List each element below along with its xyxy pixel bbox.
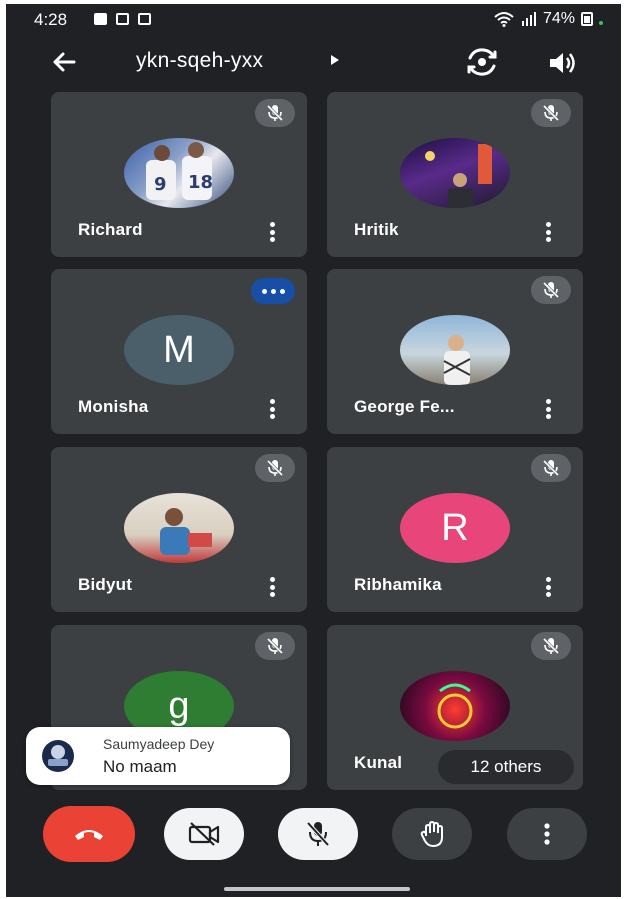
camera-notification-icon <box>138 13 151 25</box>
status-bar: 4:28 74% <box>6 4 621 34</box>
speaking-indicator-icon <box>251 278 295 304</box>
wifi-icon <box>494 12 514 27</box>
caret-right-icon[interactable] <box>331 55 339 65</box>
more-options-icon[interactable] <box>269 577 275 597</box>
avatar-initial: M <box>124 315 234 385</box>
more-vert-icon <box>544 823 550 845</box>
microphone-toggle-button[interactable] <box>278 808 358 860</box>
participant-tile-george[interactable]: George Fe... <box>327 269 583 434</box>
muted-mic-icon <box>255 454 295 482</box>
participant-name: Bidyut <box>78 575 133 594</box>
camera-toggle-button[interactable] <box>164 808 244 860</box>
avatar-initial: R <box>400 493 510 563</box>
muted-mic-icon <box>531 99 571 127</box>
chat-sender: Saumyadeep Dey <box>103 736 215 752</box>
back-arrow-icon[interactable] <box>46 44 82 80</box>
participant-tile-hritik[interactable]: Hritik <box>327 92 583 257</box>
participant-name: Kunal <box>354 753 403 772</box>
avatar <box>400 138 510 208</box>
meeting-header: ykn-sqeh-yxx <box>6 42 621 82</box>
status-time: 4:28 <box>34 10 68 29</box>
more-options-icon[interactable] <box>545 399 551 419</box>
speaker-icon[interactable] <box>544 48 580 78</box>
notification-icon <box>116 13 129 25</box>
raise-hand-icon <box>420 821 443 847</box>
participant-name: Ribhamika <box>354 575 442 594</box>
home-indicator[interactable] <box>224 887 410 891</box>
participant-tile-richard[interactable]: 9 18 Richard <box>51 92 307 257</box>
avatar: 9 18 <box>124 138 234 208</box>
muted-mic-icon <box>255 99 295 127</box>
avatar <box>400 671 510 741</box>
participant-name: Richard <box>78 220 143 239</box>
svg-text:9: 9 <box>154 174 167 195</box>
participant-tile-bidyut[interactable]: Bidyut <box>51 447 307 612</box>
more-options-icon[interactable] <box>269 399 275 419</box>
notification-icon <box>94 13 107 25</box>
video-off-icon <box>188 822 220 846</box>
notification-icons <box>94 13 151 25</box>
participant-name: George Fe... <box>354 397 455 416</box>
battery-icon <box>581 12 593 26</box>
mic-off-icon <box>306 821 330 847</box>
signal-icon <box>521 12 536 26</box>
chat-notification[interactable]: Saumyadeep Dey No maam <box>26 727 290 785</box>
participant-name: Hritik <box>354 220 399 239</box>
chat-message: No maam <box>103 757 177 776</box>
switch-camera-icon[interactable] <box>464 46 500 78</box>
muted-mic-icon <box>531 454 571 482</box>
battery-percent: 74% <box>542 10 575 27</box>
privacy-indicator <box>599 21 603 25</box>
svg-text:18: 18 <box>188 172 213 193</box>
muted-mic-icon <box>531 632 571 660</box>
muted-mic-icon <box>531 276 571 304</box>
avatar <box>400 315 510 385</box>
more-options-icon[interactable] <box>269 222 275 242</box>
raise-hand-button[interactable] <box>392 808 472 860</box>
sender-avatar <box>42 740 74 772</box>
participant-tile-ribhamika[interactable]: R Ribhamika <box>327 447 583 612</box>
muted-mic-icon <box>255 632 295 660</box>
more-options-icon[interactable] <box>545 222 551 242</box>
others-count-button[interactable]: 12 others <box>438 750 574 784</box>
more-options-icon[interactable] <box>545 577 551 597</box>
end-call-button[interactable] <box>43 806 135 862</box>
hang-up-icon <box>75 830 103 840</box>
more-options-button[interactable] <box>507 808 587 860</box>
participant-name: Monisha <box>78 397 149 416</box>
phone-screen: 4:28 74% ykn-sqeh-yxx 9 18 Richard Hriti… <box>6 4 621 897</box>
avatar <box>124 493 234 563</box>
participant-tile-monisha[interactable]: M Monisha <box>51 269 307 434</box>
meeting-code[interactable]: ykn-sqeh-yxx <box>136 49 263 73</box>
system-icons: 74% <box>493 10 603 28</box>
